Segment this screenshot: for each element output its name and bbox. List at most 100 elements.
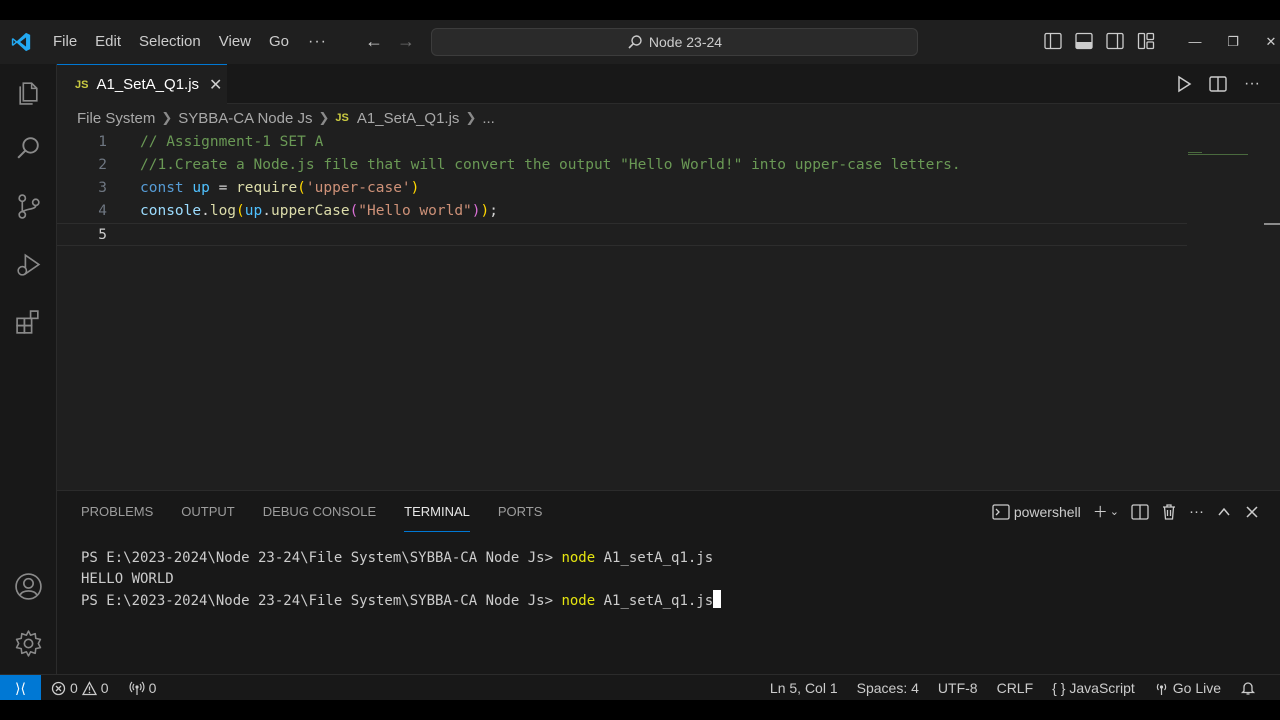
extensions-icon[interactable] [14,308,43,337]
minimize-button[interactable]: — [1176,30,1214,54]
indentation[interactable]: Spaces: 4 [857,680,919,696]
tab-output[interactable]: OUTPUT [181,504,234,532]
panel-actions: powershell ＋ ⌄ ··· [992,501,1260,522]
terminal-argument: A1_setA_q1.js [595,550,714,566]
settings-gear-icon[interactable] [14,629,43,658]
chevron-right-icon: ❯ [161,110,173,125]
close-panel-icon[interactable] [1244,504,1260,520]
more-actions-icon[interactable]: ··· [1242,74,1262,94]
code-paren: ( [236,203,245,219]
error-count: 0 [70,680,78,696]
panel-tabs: PROBLEMS OUTPUT DEBUG CONSOLE TERMINAL P… [81,504,542,532]
more-actions-icon[interactable]: ··· [1189,503,1204,520]
language-mode[interactable]: { } JavaScript [1052,680,1135,696]
forward-arrow-icon[interactable]: → [397,31,415,52]
restore-button[interactable]: ❐ [1214,30,1252,54]
menu-file[interactable]: File [44,28,86,56]
status-bar-left: 0 0 0 [51,675,156,700]
braces-icon: { } [1052,680,1066,696]
scrollbar-cursor-marker [1264,223,1280,225]
code-comment: // Assignment-1 SET A [140,134,324,150]
minimap[interactable] [1188,152,1250,156]
editor-tab-bar: JS A1_SetA_Q1.js ✕ ··· [57,64,1280,104]
terminal-prompt: PS E:\2023-2024\Node 23-24\File System\S… [81,593,562,609]
code-paren: ) [471,203,481,219]
go-live-button[interactable]: Go Live [1154,680,1221,696]
maximize-panel-chevron-up-icon[interactable] [1216,504,1232,520]
ports-count: 0 [148,680,157,696]
tab-ports[interactable]: PORTS [498,504,543,532]
code-editor[interactable]: 1 // Assignment-1 SET A 2 //1.Create a N… [57,130,1280,490]
search-sidebar-icon[interactable] [14,134,43,163]
accounts-icon[interactable] [14,572,43,601]
split-editor-icon[interactable] [1208,74,1228,94]
editor-actions: ··· [1174,74,1262,94]
menu-go[interactable]: Go [260,28,298,56]
title-bar: File Edit Selection View Go ··· ← → Node… [0,20,1280,64]
menu-more-icon[interactable]: ··· [298,33,337,51]
menu-selection[interactable]: Selection [130,28,210,56]
menu-edit[interactable]: Edit [86,28,130,56]
line-number: 1 [98,134,107,150]
code-line: 2 //1.Create a Node.js file that will co… [57,154,1187,177]
code-semicolon: ; [489,203,498,219]
remote-indicator-icon[interactable]: ⟩⟨ [0,675,41,700]
explorer-icon[interactable] [14,77,43,106]
problems-status[interactable]: 0 0 [51,680,109,696]
run-debug-icon[interactable] [14,250,43,279]
close-window-button[interactable]: ✕ [1252,30,1280,54]
toggle-secondary-sidebar-icon[interactable] [1106,32,1124,50]
code-line: 3 const up = require('upper-case') [57,177,1187,200]
menu-view[interactable]: View [210,28,260,56]
split-terminal-icon[interactable] [1131,503,1149,520]
terminal-line: HELLO WORLD [81,569,721,590]
terminal-output[interactable]: PS E:\2023-2024\Node 23-24\File System\S… [81,548,722,611]
editor-tab[interactable]: JS A1_SetA_Q1.js ✕ [57,64,227,104]
terminal-cursor [713,590,722,608]
source-control-icon[interactable] [14,192,43,221]
tab-terminal[interactable]: TERMINAL [404,504,470,532]
search-icon [628,35,642,49]
line-number: 4 [98,203,107,219]
new-terminal-plus-icon[interactable]: ＋ [1093,501,1108,522]
ports-status[interactable]: 0 [129,680,157,696]
code-dot: . [262,203,271,219]
breadcrumb-item-folder[interactable]: SYBBA-CA Node Js [178,110,312,127]
toggle-primary-sidebar-icon[interactable] [1044,32,1062,50]
chevron-down-icon[interactable]: ⌄ [1110,505,1119,518]
run-file-icon[interactable] [1174,74,1194,94]
tab-close-icon[interactable]: ✕ [209,75,222,95]
breadcrumb-item-file[interactable]: A1_SetA_Q1.js [357,110,460,127]
vscode-logo-icon[interactable] [10,31,32,53]
customize-layout-icon[interactable] [1137,32,1155,50]
breadcrumb-item-file-system[interactable]: File System [77,110,155,127]
code-paren: ( [349,203,359,219]
terminal-shell-selector[interactable]: powershell [992,504,1081,520]
trash-icon[interactable] [1161,503,1177,520]
encoding[interactable]: UTF-8 [938,680,978,696]
terminal-prompt: PS E:\2023-2024\Node 23-24\File System\S… [81,550,562,566]
code-operator: = [209,180,237,196]
command-center-search[interactable]: Node 23-24 [431,28,918,56]
notifications-bell-icon[interactable] [1240,680,1256,696]
line-number: 2 [98,157,107,173]
activity-bar [0,64,57,674]
tab-debug-console[interactable]: DEBUG CONSOLE [263,504,376,532]
code-comment: //1.Create a Node.js file that will conv… [140,157,961,173]
warning-count: 0 [100,680,109,696]
warning-icon [81,680,97,695]
line-number: 5 [98,227,107,243]
terminal-command: node [561,593,596,609]
back-arrow-icon[interactable]: ← [365,31,383,52]
tab-problems[interactable]: PROBLEMS [81,504,153,532]
toggle-panel-icon[interactable] [1075,32,1093,50]
cursor-position[interactable]: Ln 5, Col 1 [770,680,838,696]
code-line-current: 5 [57,223,1187,246]
code-keyword: const [140,180,184,196]
terminal-icon [992,503,1010,520]
breadcrumb-item-symbols[interactable]: ... [482,110,495,127]
code-text: const up = require('upper-case') [140,177,419,200]
code-variable: up [244,203,263,219]
end-of-line[interactable]: CRLF [997,680,1034,696]
language-label: JavaScript [1069,680,1135,696]
